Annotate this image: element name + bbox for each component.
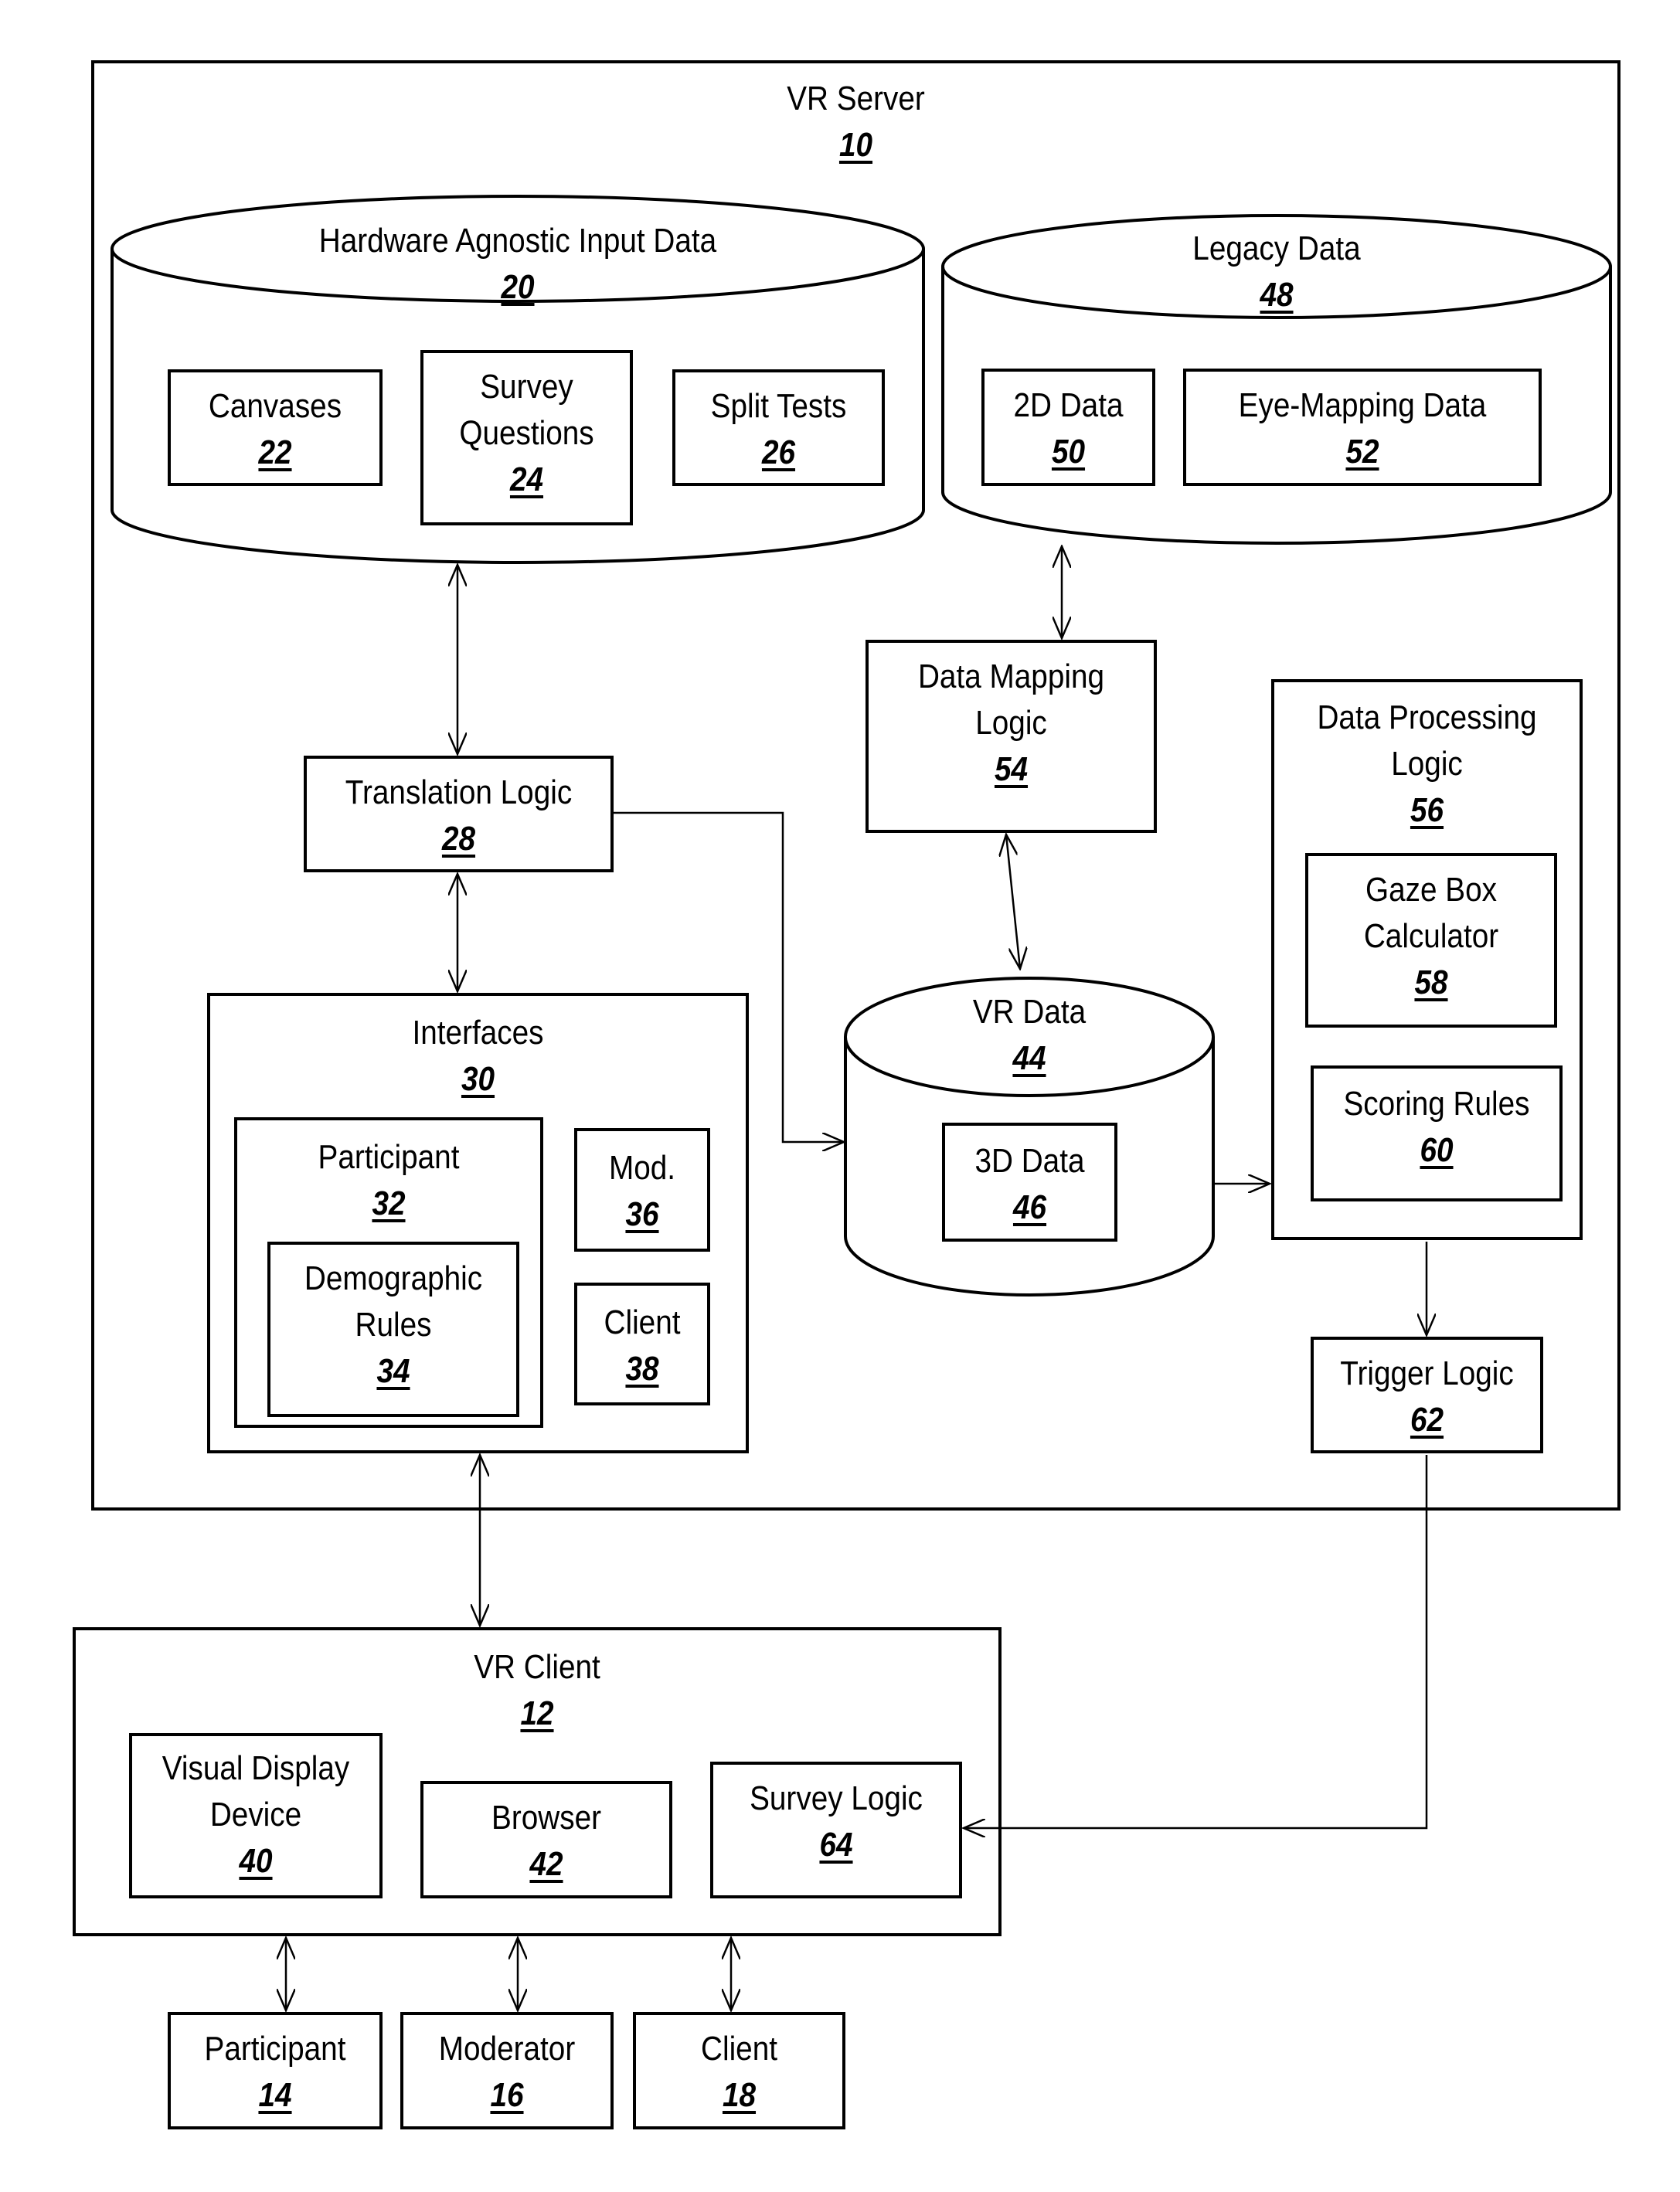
interfaces-ref: 30 bbox=[461, 1060, 495, 1098]
demographic-rules-ref: 34 bbox=[376, 1352, 410, 1390]
translation-logic-label: Translation Logic bbox=[345, 773, 573, 811]
visual-display-label-2: Device bbox=[209, 1796, 302, 1833]
participant-user-label: Participant bbox=[204, 2030, 346, 2068]
trigger-logic-label: Trigger Logic bbox=[1340, 1354, 1514, 1392]
visual-display-ref: 40 bbox=[239, 1842, 273, 1880]
data-3d-ref: 46 bbox=[1012, 1188, 1047, 1226]
legacy-label-group: Legacy Data 48 bbox=[943, 226, 1610, 326]
dpl-ref: 56 bbox=[1410, 791, 1444, 829]
vr-data-label: VR Data bbox=[972, 993, 1087, 1031]
survey-questions-ref: 24 bbox=[509, 460, 544, 498]
data-mapping-label-2: Logic bbox=[975, 704, 1047, 742]
survey-questions-box: Survey Questions 24 bbox=[420, 350, 633, 525]
participant-user-box: Participant 14 bbox=[168, 2012, 383, 2129]
client-interface-ref: 38 bbox=[625, 1350, 659, 1388]
data-3d-box: 3D Data 46 bbox=[942, 1123, 1117, 1242]
gaze-box-ref: 58 bbox=[1414, 963, 1448, 1001]
vr-data-label-group: VR Data 44 bbox=[845, 989, 1213, 1089]
trigger-logic-ref: 62 bbox=[1410, 1401, 1444, 1439]
mod-interface-box: Mod. 36 bbox=[574, 1128, 710, 1252]
canvases-label: Canvases bbox=[208, 387, 342, 425]
moderator-user-ref: 16 bbox=[490, 2076, 524, 2114]
visual-display-label-1: Visual Display bbox=[162, 1749, 350, 1787]
edge-trigger-surveylogic bbox=[964, 1455, 1428, 1828]
haid-ref: 20 bbox=[501, 268, 535, 306]
survey-logic-ref: 64 bbox=[819, 1826, 853, 1864]
gaze-box-label-2: Calculator bbox=[1363, 917, 1499, 955]
legacy-ref: 48 bbox=[1260, 276, 1294, 314]
data-2d-box: 2D Data 50 bbox=[981, 369, 1155, 486]
canvases-ref: 22 bbox=[258, 433, 292, 471]
data-2d-ref: 50 bbox=[1051, 433, 1086, 471]
moderator-user-box: Moderator 16 bbox=[400, 2012, 614, 2129]
interfaces-label: Interfaces bbox=[412, 1014, 544, 1052]
mod-interface-label: Mod. bbox=[608, 1149, 676, 1187]
split-tests-box: Split Tests 26 bbox=[672, 369, 885, 486]
canvases-box: Canvases 22 bbox=[168, 369, 383, 486]
participant-interface-label: Participant bbox=[318, 1138, 460, 1176]
participant-user-ref: 14 bbox=[258, 2076, 292, 2114]
survey-logic-box: Survey Logic 64 bbox=[710, 1762, 962, 1898]
gaze-box-calculator-box: Gaze Box Calculator 58 bbox=[1305, 853, 1557, 1028]
browser-box: Browser 42 bbox=[420, 1781, 672, 1898]
split-tests-label: Split Tests bbox=[710, 387, 847, 425]
browser-ref: 42 bbox=[529, 1845, 563, 1883]
vr-server-label: VR Server bbox=[787, 80, 925, 117]
vr-client-label: VR Client bbox=[474, 1648, 600, 1686]
haid-label-group: Hardware Agnostic Input Data 20 bbox=[112, 218, 923, 318]
vr-data-ref: 44 bbox=[1012, 1039, 1046, 1077]
translation-logic-ref: 28 bbox=[441, 820, 476, 858]
client-user-label: Client bbox=[701, 2030, 777, 2068]
survey-logic-label: Survey Logic bbox=[750, 1779, 923, 1817]
dpl-label-1: Data Processing bbox=[1317, 698, 1537, 736]
translation-logic-box: Translation Logic 28 bbox=[304, 756, 614, 872]
demographic-rules-label-2: Rules bbox=[355, 1306, 432, 1344]
client-user-box: Client 18 bbox=[633, 2012, 845, 2129]
data-2d-label: 2D Data bbox=[1013, 386, 1124, 424]
survey-questions-label-1: Survey bbox=[480, 368, 573, 406]
visual-display-device-box: Visual Display Device 40 bbox=[129, 1733, 383, 1898]
legacy-label: Legacy Data bbox=[1192, 229, 1361, 267]
haid-label: Hardware Agnostic Input Data bbox=[318, 222, 717, 260]
moderator-user-label: Moderator bbox=[438, 2030, 576, 2068]
data-mapping-ref: 54 bbox=[994, 750, 1029, 788]
split-tests-ref: 26 bbox=[761, 433, 796, 471]
scoring-rules-ref: 60 bbox=[1420, 1131, 1454, 1169]
survey-questions-label-2: Questions bbox=[459, 414, 594, 452]
eye-mapping-label: Eye-Mapping Data bbox=[1238, 386, 1487, 424]
vr-server-ref: 10 bbox=[838, 126, 873, 164]
client-user-ref: 18 bbox=[722, 2076, 757, 2114]
data-3d-label: 3D Data bbox=[974, 1142, 1085, 1180]
browser-label: Browser bbox=[491, 1799, 602, 1837]
demographic-rules-box: Demographic Rules 34 bbox=[267, 1242, 519, 1417]
dpl-label-2: Logic bbox=[1391, 745, 1463, 783]
eye-mapping-box: Eye-Mapping Data 52 bbox=[1183, 369, 1542, 486]
scoring-rules-label: Scoring Rules bbox=[1343, 1085, 1530, 1123]
trigger-logic-box: Trigger Logic 62 bbox=[1311, 1337, 1543, 1453]
client-interface-label: Client bbox=[604, 1303, 681, 1341]
client-interface-box: Client 38 bbox=[574, 1283, 710, 1405]
mod-interface-ref: 36 bbox=[625, 1195, 659, 1233]
participant-interface-ref: 32 bbox=[372, 1184, 406, 1222]
gaze-box-label-1: Gaze Box bbox=[1365, 871, 1498, 909]
demographic-rules-label-1: Demographic bbox=[304, 1259, 483, 1297]
scoring-rules-box: Scoring Rules 60 bbox=[1311, 1065, 1563, 1201]
data-mapping-label-1: Data Mapping bbox=[917, 658, 1105, 695]
data-mapping-logic-box: Data Mapping Logic 54 bbox=[866, 640, 1157, 833]
eye-mapping-ref: 52 bbox=[1345, 433, 1379, 471]
vr-client-ref: 12 bbox=[520, 1694, 554, 1732]
